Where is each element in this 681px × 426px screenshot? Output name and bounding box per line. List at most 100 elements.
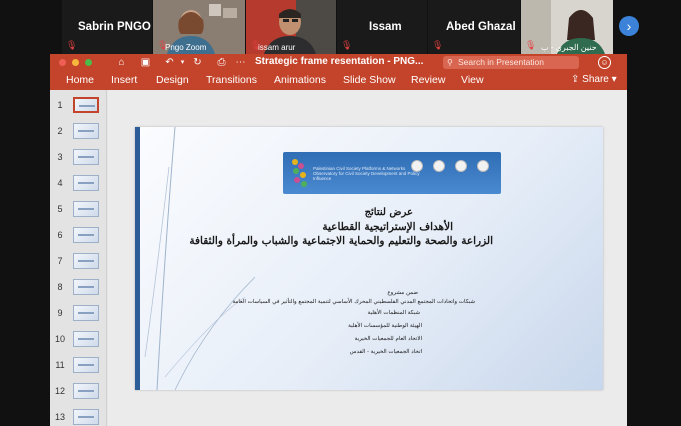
slide-thumbnail-panel[interactable]: 1 2 3 4 5 6 7 8 9 10 11 12 13 (50, 90, 107, 426)
participant-tile[interactable]: 🎙 Pngo Zoom (153, 0, 245, 54)
participant-tile[interactable]: 🎙 حنين الجبري - ب (521, 0, 613, 54)
partner-seal-icon (411, 160, 423, 172)
participant-tile[interactable]: Sabrin PNGO 🎙 (62, 0, 152, 54)
thumbnail-image (73, 279, 99, 295)
thumbnail-image (73, 357, 99, 373)
thumbnail-image (73, 97, 99, 113)
zoom-window-button[interactable] (85, 59, 92, 66)
thumbnail-image (73, 227, 99, 243)
current-slide[interactable]: Palestinian Civil Society Platforms & Ne… (135, 127, 603, 390)
partner-seal-icon (477, 160, 489, 172)
more-icon[interactable]: ⋯ (234, 56, 247, 69)
next-page-button[interactable]: › (619, 16, 639, 36)
muted-mic-icon: 🎙 (66, 40, 78, 50)
slide-number: 12 (54, 386, 65, 396)
muted-mic-icon: 🎙 (432, 40, 444, 50)
thumbnail-image (73, 409, 99, 425)
tab-review[interactable]: Review (411, 74, 445, 86)
slide-number: 2 (57, 126, 63, 136)
search-input[interactable]: ⚲ Search in Presentation (443, 56, 579, 69)
slide-thumbnail[interactable]: 7 (50, 251, 107, 277)
tab-home[interactable]: Home (66, 74, 94, 86)
slide-body-line: شبكة المنظمات الأهلية (367, 310, 420, 316)
tab-insert[interactable]: Insert (111, 74, 137, 86)
participant-tile[interactable]: 🎙 issam arur (246, 0, 336, 54)
thumbnail-image (73, 305, 99, 321)
feedback-smiley-icon[interactable]: ☺ (598, 56, 611, 69)
tab-design[interactable]: Design (156, 74, 189, 86)
slide-thumbnail[interactable]: 13 (50, 407, 107, 426)
close-window-button[interactable] (59, 59, 66, 66)
participant-tile[interactable]: Abed Ghazal 🎙 (428, 0, 520, 54)
slide-body-line: الاتحاد العام للجمعيات الخيرية (354, 336, 422, 342)
share-button[interactable]: ⇪ Share ▾ (571, 74, 617, 85)
slide-thumbnail[interactable]: 1 (50, 95, 107, 121)
thumbnail-image (73, 331, 99, 347)
slide-number: 4 (57, 178, 63, 188)
share-icon: ⇪ (571, 74, 583, 85)
slide-number: 5 (57, 204, 63, 214)
slide-title-line: الأهداف الإستراتيجية القطاعية (322, 221, 453, 233)
slide-body-line: الهيئة الوطنية للمؤسسات الأهلية (348, 323, 422, 329)
slide-thumbnail[interactable]: 10 (50, 329, 107, 355)
slide-title-line: عرض لنتائج (364, 207, 413, 218)
document-title: Strategic frame resentation - PNG... (255, 56, 424, 67)
banner-caption: Palestinian Civil Society Platforms & Ne… (313, 166, 420, 181)
partner-seal-icon (433, 160, 445, 172)
tab-slide-show[interactable]: Slide Show (343, 74, 396, 86)
logo-banner: Palestinian Civil Society Platforms & Ne… (283, 152, 501, 194)
slide-number: 6 (57, 230, 63, 240)
participant-caption: حنين الجبري - ب (541, 43, 597, 52)
slide-canvas: Palestinian Civil Society Platforms & Ne… (108, 90, 627, 426)
slide-body-line: اتحاد الجمعيات الخيرية - القدس (349, 349, 422, 355)
save-icon[interactable]: ▣ (139, 56, 152, 69)
print-icon[interactable]: ⎙ (215, 56, 228, 69)
slide-thumbnail[interactable]: 3 (50, 147, 107, 173)
participant-caption: issam arur (258, 43, 296, 52)
slide-number: 1 (57, 100, 63, 110)
thumbnail-image (73, 383, 99, 399)
tab-animations[interactable]: Animations (274, 74, 326, 86)
participant-tile[interactable]: Issam 🎙 (337, 0, 427, 54)
slide-thumbnail[interactable]: 11 (50, 355, 107, 381)
slide-number: 7 (57, 256, 63, 266)
powerpoint-window: ⌂ ▣ ↶ ▾ ↻ ⎙ ⋯ Strategic frame resentatio… (50, 54, 627, 426)
participant-name: Abed Ghazal (446, 21, 516, 33)
search-placeholder: Search in Presentation (458, 57, 544, 67)
slide-body-line: شبكات واتحادات المجتمع المدني الفلسطيني … (232, 299, 475, 305)
thumbnail-image (73, 253, 99, 269)
thumbnail-image (73, 175, 99, 191)
slide-number: 3 (57, 152, 63, 162)
slide-number: 9 (57, 308, 63, 318)
participant-name: Issam (369, 21, 402, 33)
ribbon-tabs: Home Insert Design Transitions Animation… (50, 71, 627, 90)
tab-view[interactable]: View (461, 74, 484, 86)
slide-thumbnail[interactable]: 5 (50, 199, 107, 225)
tab-transitions[interactable]: Transitions (206, 74, 257, 86)
title-bar: ⌂ ▣ ↶ ▾ ↻ ⎙ ⋯ Strategic frame resentatio… (50, 54, 627, 71)
search-icon: ⚲ (447, 58, 453, 67)
muted-mic-icon: 🎙 (525, 40, 537, 50)
undo-icon[interactable]: ↶ (163, 56, 176, 69)
slide-thumbnail[interactable]: 4 (50, 173, 107, 199)
slide-thumbnail[interactable]: 12 (50, 381, 107, 407)
home-icon[interactable]: ⌂ (115, 56, 128, 69)
partner-seal-icon (455, 160, 467, 172)
slide-thumbnail[interactable]: 8 (50, 277, 107, 303)
muted-mic-icon: 🎙 (341, 40, 353, 50)
redo-icon[interactable]: ↻ (191, 56, 204, 69)
participant-caption: Pngo Zoom (165, 43, 207, 52)
slide-thumbnail[interactable]: 6 (50, 225, 107, 251)
minimize-window-button[interactable] (72, 59, 79, 66)
slide-number: 11 (55, 360, 65, 370)
slide-number: 8 (57, 282, 63, 292)
slide-thumbnail[interactable]: 2 (50, 121, 107, 147)
slide-title-line: الزراعة والصحة والتعليم والحماية الاجتما… (189, 235, 493, 247)
thumbnail-image (73, 123, 99, 139)
thumbnail-image (73, 201, 99, 217)
undo-dropdown-icon[interactable]: ▾ (176, 56, 189, 69)
slide-thumbnail[interactable]: 9 (50, 303, 107, 329)
participant-name: Sabrin PNGO (78, 21, 151, 33)
participant-strip: Sabrin PNGO 🎙 🎙 Pngo Zoom 🎙 issam arur I… (0, 0, 681, 54)
thumbnail-image (73, 149, 99, 165)
